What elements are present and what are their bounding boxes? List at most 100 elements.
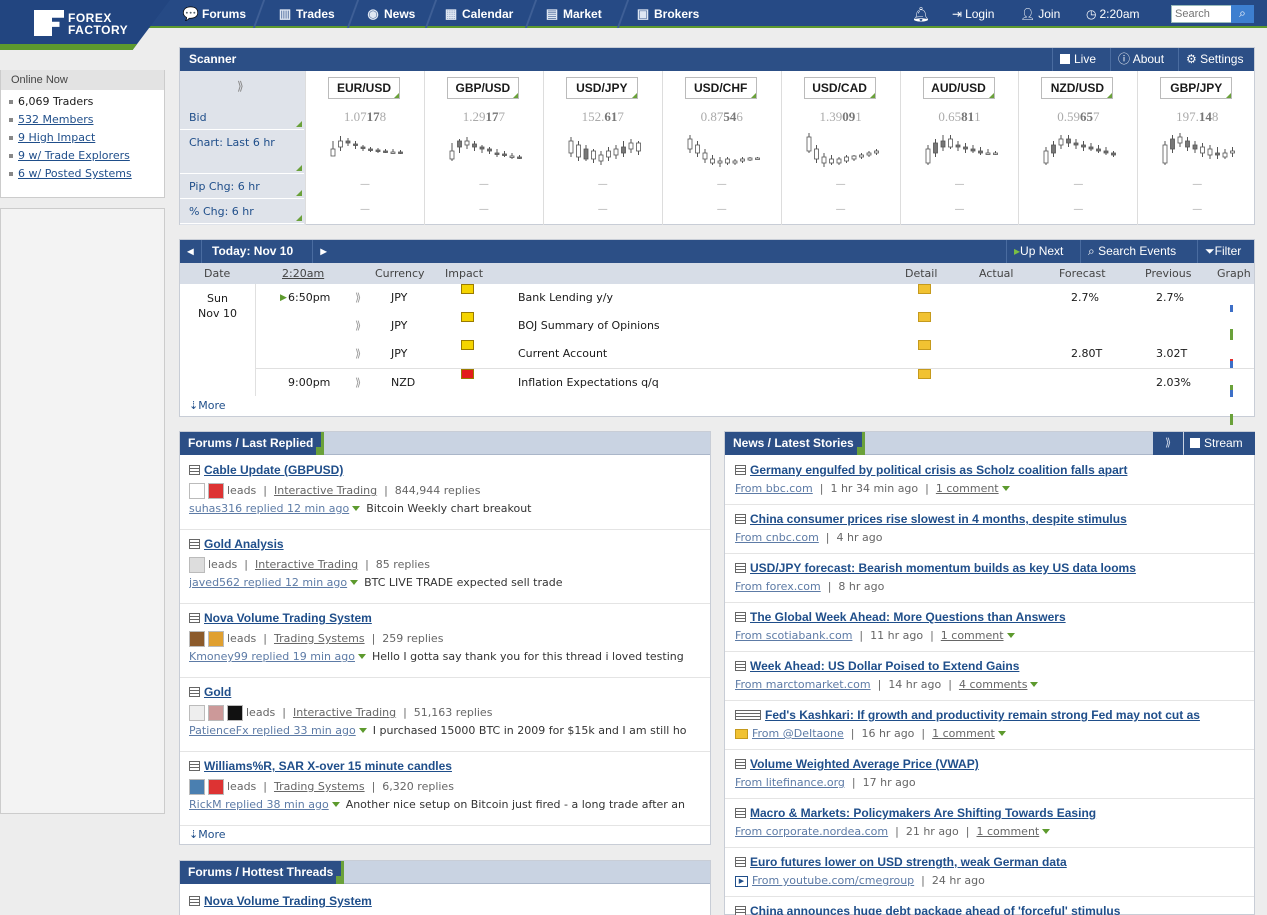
scanner-row-pip[interactable]: Pip Chg: 6 hr <box>180 175 304 199</box>
pair-candle-chart[interactable] <box>923 129 999 171</box>
avatar[interactable] <box>208 631 224 647</box>
search-events-button[interactable]: ⌕ Search Events <box>1080 240 1183 263</box>
thread-title[interactable]: Cable Update (GBPUSD) <box>189 463 343 477</box>
online-posted-systems-link[interactable]: 6 w/ Posted Systems <box>1 165 164 183</box>
forums-more-link[interactable]: ⇣More <box>189 828 226 841</box>
scanner-about-button[interactable]: ⓘ About <box>1110 48 1171 71</box>
online-members-link[interactable]: 532 Members <box>1 111 164 129</box>
story-source[interactable]: From marctomarket.com <box>735 678 871 691</box>
avatar[interactable] <box>189 631 205 647</box>
pair-candle-chart[interactable] <box>1160 129 1236 171</box>
scanner-pair-nzd-usd[interactable]: NZD/USD 0.59657 — — <box>1018 71 1136 225</box>
login-link[interactable]: ⇥ Login <box>952 0 994 28</box>
story-source[interactable]: From litefinance.org <box>735 776 845 789</box>
scanner-pair-eur-usd[interactable]: EUR/USD 1.07178 — — <box>305 71 423 225</box>
story-source[interactable]: From @DeItaone <box>752 727 844 740</box>
story-comments-link[interactable]: 4 comments <box>959 678 1028 691</box>
story-title[interactable]: Euro futures lower on USD strength, weak… <box>735 855 1250 869</box>
expand-arrow-icon[interactable] <box>352 506 361 511</box>
story-title[interactable]: Germany engulfed by political crisis as … <box>735 463 1250 477</box>
nav-brokers[interactable]: ▣ Brokers <box>634 0 700 28</box>
pair-candle-chart[interactable] <box>685 129 761 171</box>
calendar-event-row[interactable]: ⟫ JPY Current Account 2.80T 3.02T <box>256 340 1254 424</box>
scanner-live-toggle[interactable]: Live <box>1052 48 1103 71</box>
thread-excerpt[interactable]: Another nice setup on Bitcoin just fired… <box>346 798 685 811</box>
hottest-threads-title[interactable]: Forums / Hottest Threads <box>180 861 345 884</box>
scanner-pair-usd-cad[interactable]: USD/CAD 1.39091 — — <box>780 71 899 225</box>
scanner-row-bid[interactable]: Bid <box>180 106 304 130</box>
pair-candle-chart[interactable] <box>566 129 642 171</box>
thread-excerpt[interactable]: I purchased 15000 BTC in 2009 for $15k a… <box>373 724 687 737</box>
calendar-event-row[interactable]: 9:00pm ⟫ NZD Inflation Expectations q/q 2.03… <box>256 368 1254 453</box>
sound-icon[interactable]: ⟫ <box>355 312 361 340</box>
story-title[interactable]: Week Ahead: US Dollar Poised to Extend G… <box>735 659 1250 673</box>
thread-last-reply[interactable]: Kmoney99 replied 19 min ago Hello I gotta… <box>189 650 701 663</box>
thread-title[interactable]: Gold <box>189 685 231 699</box>
filter-button[interactable]: ⏷Filter <box>1197 240 1248 263</box>
avatar[interactable] <box>189 779 205 795</box>
prev-day-icon[interactable]: ◂ <box>180 240 202 263</box>
thread-last-reply-who[interactable]: Kmoney99 replied 19 min ago <box>189 650 355 663</box>
avatar[interactable] <box>189 557 205 573</box>
sound-icon[interactable]: ⟫ <box>355 284 361 312</box>
scanner-pair-usd-jpy[interactable]: USD/JPY 152.617 — — <box>542 71 661 225</box>
thread-excerpt[interactable]: Bitcoin Weekly chart breakout <box>366 502 531 515</box>
online-high-impact-label[interactable]: 9 High Impact <box>18 131 95 144</box>
pair-name[interactable]: USD/JPY <box>565 77 638 99</box>
online-posted-systems-label[interactable]: 6 w/ Posted Systems <box>18 167 132 180</box>
event-title[interactable]: Current Account <box>518 340 607 368</box>
calendar-event-row[interactable]: ▶ 6:50pm ⟫ JPY Bank Lending y/y 2.7% 2.7% <box>256 284 1254 368</box>
story-title[interactable]: USD/JPY forecast: Bearish momentum build… <box>735 561 1250 575</box>
thread-last-reply[interactable]: RickM replied 38 min ago Another nice set… <box>189 798 701 811</box>
thread-forum-link[interactable]: Interactive Trading <box>255 558 358 571</box>
thread-last-reply[interactable]: PatienceFx replied 33 min ago I purchased… <box>189 724 701 737</box>
avatar[interactable] <box>189 705 205 721</box>
pair-name[interactable]: GBP/USD <box>446 77 519 99</box>
story-title[interactable]: Fed's Kashkari: If growth and productivi… <box>735 708 1250 722</box>
avatar[interactable] <box>208 779 224 795</box>
pair-name[interactable]: AUD/USD <box>922 77 995 99</box>
col-time[interactable]: 2:20am <box>282 263 324 284</box>
thread-last-reply[interactable]: suhas316 replied 12 min ago Bitcoin Weekl… <box>189 502 701 515</box>
story-comments-link[interactable]: 1 comment <box>936 482 999 495</box>
pair-name[interactable]: USD/CHF <box>684 77 757 99</box>
story-title[interactable]: China announces huge debt package ahead … <box>735 904 1250 915</box>
thread-last-reply-who[interactable]: RickM replied 38 min ago <box>189 798 329 811</box>
online-high-impact-link[interactable]: 9 High Impact <box>1 129 164 147</box>
thread-last-reply-who[interactable]: PatienceFx replied 33 min ago <box>189 724 356 737</box>
logo[interactable]: FOREX FACTORY <box>0 0 170 50</box>
story-title[interactable]: China consumer prices rise slowest in 4 … <box>735 512 1250 526</box>
calendar-title[interactable]: Today: Nov 10 <box>212 240 293 263</box>
nav-forums[interactable]: 💬 Forums <box>182 0 246 28</box>
expand-arrow-icon[interactable] <box>331 802 340 807</box>
nav-market[interactable]: ▤ Market <box>543 0 602 28</box>
story-title[interactable]: The Global Week Ahead: More Questions th… <box>735 610 1250 624</box>
story-title[interactable]: Volume Weighted Average Price (VWAP) <box>735 757 1250 771</box>
story-source[interactable]: From corporate.nordea.com <box>735 825 888 838</box>
avatar[interactable] <box>227 705 243 721</box>
scanner-pair-usd-chf[interactable]: USD/CHF 0.87546 — — <box>661 71 780 225</box>
thread-forum-link[interactable]: Interactive Trading <box>293 706 396 719</box>
pair-name[interactable]: EUR/USD <box>328 77 400 99</box>
online-members-label[interactable]: 532 Members <box>18 113 93 126</box>
up-next-button[interactable]: ▸Up Next <box>1006 240 1070 263</box>
story-comments-link[interactable]: 1 comment <box>976 825 1039 838</box>
hottest-thread-title[interactable]: Nova Volume Trading System <box>189 894 372 908</box>
story-source[interactable]: From scotiabank.com <box>735 629 852 642</box>
calendar-more-link[interactable]: ⇣More <box>189 399 226 412</box>
search-input[interactable] <box>1171 5 1238 23</box>
story-source[interactable]: From bbc.com <box>735 482 813 495</box>
thread-forum-link[interactable]: Interactive Trading <box>274 484 377 497</box>
thread-forum-link[interactable]: Trading Systems <box>274 780 365 793</box>
thread-last-reply[interactable]: javed562 replied 12 min ago BTC LIVE TRAD… <box>189 576 701 589</box>
event-title[interactable]: Inflation Expectations q/q <box>518 369 659 397</box>
pair-name[interactable]: GBP/JPY <box>1160 77 1233 99</box>
sound-icon[interactable]: ⟫ <box>237 79 244 93</box>
event-title[interactable]: Bank Lending y/y <box>518 284 613 312</box>
thread-title[interactable]: Williams%R, SAR X-over 15 minute candles <box>189 759 452 773</box>
pair-candle-chart[interactable] <box>1041 129 1117 171</box>
scanner-row-chart[interactable]: Chart: Last 6 hr <box>180 131 304 174</box>
scanner-settings-button[interactable]: ⚙ Settings <box>1178 48 1250 71</box>
story-comments-link[interactable]: 1 comment <box>932 727 995 740</box>
pair-candle-chart[interactable] <box>328 129 404 171</box>
